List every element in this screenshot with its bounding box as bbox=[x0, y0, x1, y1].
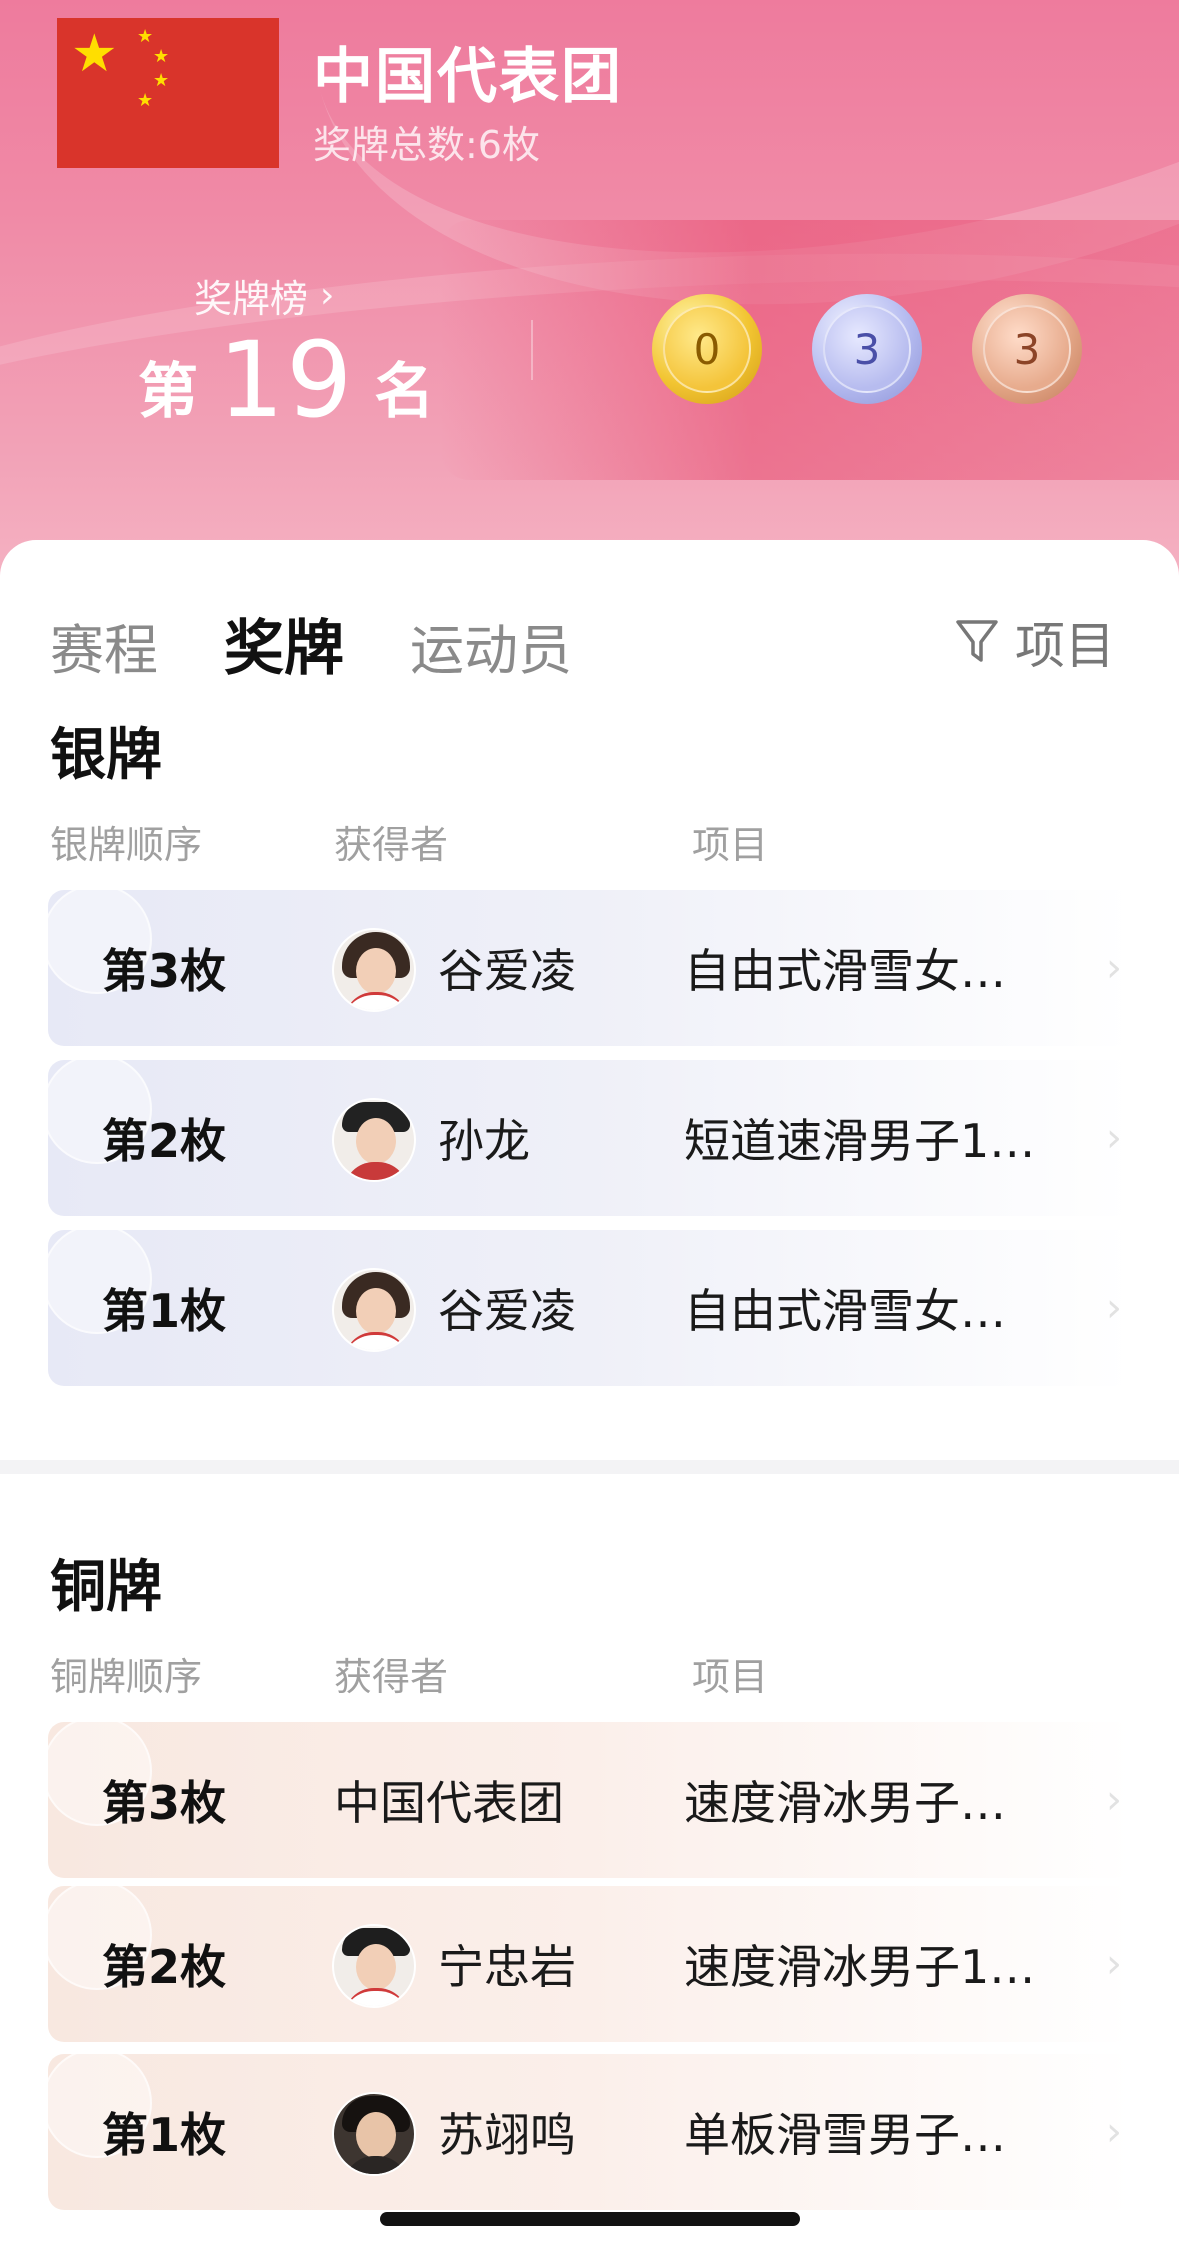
silver-col-order: 银牌顺序 bbox=[50, 823, 203, 867]
flag-star-icon: ★ bbox=[153, 70, 170, 91]
bronze-col-winner: 获得者 bbox=[334, 1655, 449, 1699]
medal-order: 第3枚 bbox=[102, 1776, 227, 1830]
bronze-medal-row[interactable]: 第2枚 宁忠岩 速度滑冰男子1… › bbox=[48, 1886, 1132, 2042]
winner-name: 苏翊鸣 bbox=[438, 2108, 576, 2162]
winner-name: 孙龙 bbox=[438, 1114, 530, 1168]
rank-number: 19 bbox=[218, 319, 355, 441]
team-name: 中国代表团 bbox=[313, 42, 623, 112]
event-name: 速度滑冰男子1… bbox=[684, 1940, 1036, 1994]
medal-order: 第3枚 bbox=[102, 944, 227, 998]
filter-button[interactable]: 项目 bbox=[955, 606, 1115, 678]
tab-athletes[interactable]: 运动员 bbox=[410, 606, 572, 685]
bronze-col-order: 铜牌顺序 bbox=[50, 1655, 203, 1699]
section-divider bbox=[0, 1460, 1179, 1474]
silver-section-title: 银牌 bbox=[50, 723, 162, 788]
athlete-avatar bbox=[332, 1924, 416, 2008]
flag-star-icon: ★ bbox=[71, 24, 118, 84]
bronze-medal-row[interactable]: 第3枚 中国代表团 速度滑冰男子… › bbox=[48, 1722, 1132, 1878]
athlete-avatar bbox=[332, 1098, 416, 1182]
athlete-avatar bbox=[332, 2092, 416, 2176]
silver-medal-icon: 3 bbox=[812, 294, 922, 404]
winner-name: 谷爱凌 bbox=[438, 1284, 576, 1338]
chevron-right-icon: › bbox=[1106, 945, 1122, 991]
flag-star-icon: ★ bbox=[137, 26, 154, 47]
event-name: 短道速滑男子1… bbox=[684, 1114, 1036, 1168]
silver-count: 3 bbox=[853, 324, 881, 374]
event-name: 速度滑冰男子… bbox=[684, 1776, 1006, 1830]
medal-order: 第1枚 bbox=[102, 1284, 227, 1338]
chevron-right-icon: › bbox=[1106, 1115, 1122, 1161]
bronze-medal-row[interactable]: 第1枚 苏翊鸣 单板滑雪男子… › bbox=[48, 2054, 1132, 2210]
medal-order: 第2枚 bbox=[102, 1940, 227, 1994]
medal-table-link-label: 奖牌榜 bbox=[194, 277, 309, 321]
bronze-col-event: 项目 bbox=[692, 1655, 769, 1699]
chevron-right-icon: › bbox=[1106, 1941, 1122, 1987]
medal-table-link[interactable]: 奖牌榜 › bbox=[194, 268, 334, 323]
bronze-medal-icon: 3 bbox=[972, 294, 1082, 404]
event-name: 自由式滑雪女… bbox=[684, 1284, 1006, 1338]
bronze-section-title: 铜牌 bbox=[50, 1555, 162, 1620]
athlete-avatar bbox=[332, 928, 416, 1012]
chevron-right-icon: › bbox=[1106, 1777, 1122, 1823]
winner-name: 中国代表团 bbox=[334, 1776, 564, 1830]
silver-medal-row[interactable]: 第1枚 谷爱凌 自由式滑雪女… › bbox=[48, 1230, 1132, 1386]
funnel-icon bbox=[956, 620, 998, 662]
medal-total: 奖牌总数:6枚 bbox=[313, 123, 540, 167]
flag-star-icon: ★ bbox=[153, 46, 170, 67]
tab-medals[interactable]: 奖牌 bbox=[224, 600, 344, 687]
medal-order: 第1枚 bbox=[102, 2108, 227, 2162]
silver-col-event: 项目 bbox=[692, 823, 769, 867]
rank-suffix: 名 bbox=[374, 357, 435, 427]
tab-bar: 赛程 奖牌 运动员 bbox=[50, 600, 572, 687]
silver-medal-row[interactable]: 第2枚 孙龙 短道速滑男子1… › bbox=[48, 1060, 1132, 1216]
team-header: ★ ★ ★ ★ ★ 中国代表团 奖牌总数:6枚 奖牌榜 › 第 19 名 0 3… bbox=[0, 0, 1179, 600]
chevron-right-icon: › bbox=[1106, 2109, 1122, 2155]
winner-name: 谷爱凌 bbox=[438, 944, 576, 998]
bronze-count: 3 bbox=[1013, 324, 1041, 374]
event-name: 自由式滑雪女… bbox=[684, 944, 1006, 998]
silver-col-winner: 获得者 bbox=[334, 823, 449, 867]
chevron-right-icon: › bbox=[1106, 1285, 1122, 1331]
divider bbox=[531, 320, 533, 380]
rank-prefix: 第 bbox=[138, 357, 198, 427]
gold-medal-icon: 0 bbox=[652, 294, 762, 404]
flag-star-icon: ★ bbox=[137, 90, 154, 111]
silver-medal-row[interactable]: 第3枚 谷爱凌 自由式滑雪女… › bbox=[48, 890, 1132, 1046]
home-indicator[interactable] bbox=[380, 2212, 800, 2226]
medal-order: 第2枚 bbox=[102, 1114, 227, 1168]
gold-count: 0 bbox=[693, 324, 721, 374]
event-name: 单板滑雪男子… bbox=[684, 2108, 1006, 2162]
chevron-right-icon: › bbox=[320, 275, 335, 316]
rank-display: 第 19 名 bbox=[138, 319, 435, 441]
winner-name: 宁忠岩 bbox=[438, 1940, 576, 1994]
tab-schedule[interactable]: 赛程 bbox=[50, 606, 158, 685]
china-flag-icon: ★ ★ ★ ★ ★ bbox=[57, 18, 279, 168]
filter-label: 项目 bbox=[1015, 617, 1115, 675]
athlete-avatar bbox=[332, 1268, 416, 1352]
